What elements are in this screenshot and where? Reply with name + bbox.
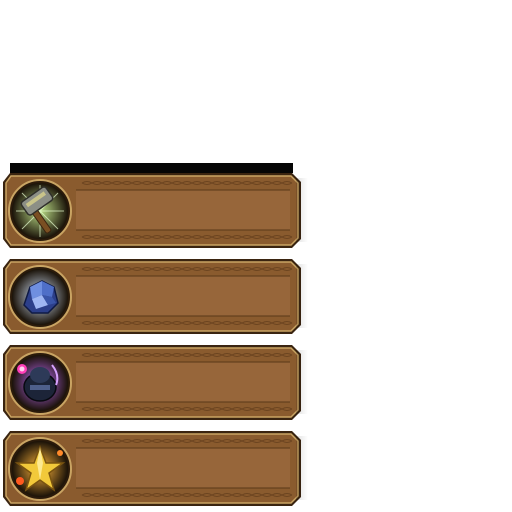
dark-armor-orb-icon bbox=[8, 351, 72, 415]
slot-label bbox=[86, 200, 286, 220]
slot-shadow bbox=[296, 436, 308, 500]
slot-shadow bbox=[296, 264, 308, 328]
blue-ore-crystal-icon bbox=[8, 265, 72, 329]
equipment-slot[interactable] bbox=[2, 344, 302, 421]
equipment-slot[interactable] bbox=[2, 258, 302, 335]
equipment-slot[interactable] bbox=[2, 430, 302, 507]
slot-label bbox=[86, 286, 286, 306]
slot-shadow bbox=[296, 350, 308, 414]
war-hammer-icon bbox=[8, 179, 72, 243]
slot-label bbox=[86, 458, 286, 478]
slot-label bbox=[86, 372, 286, 392]
equipment-slot[interactable] bbox=[2, 172, 302, 249]
slot-shadow bbox=[296, 178, 308, 242]
gold-star-icon bbox=[8, 437, 72, 501]
